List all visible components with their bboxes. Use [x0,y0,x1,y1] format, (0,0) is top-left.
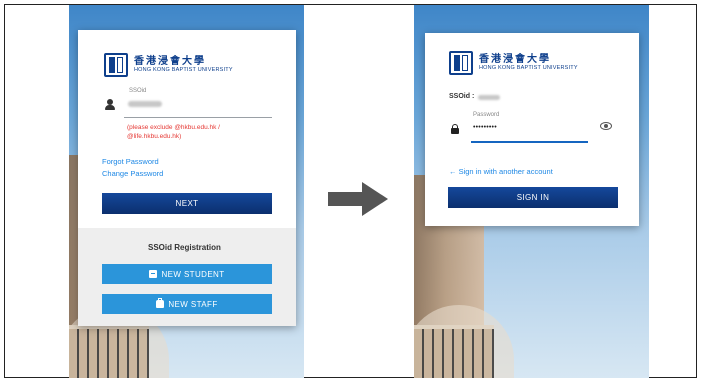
ssoid-input-underline [124,117,272,118]
logo-chinese-name: 香港浸會大學 [479,54,551,66]
colonnade-image [69,325,149,378]
ssoid-hint: (please exclude @hkbu.edu.hk / @life.hkb… [127,124,220,140]
arrow-right-icon [328,182,388,216]
ssoid-input-value[interactable] [128,101,162,107]
logo-chinese-name: 香港浸會大學 [134,56,206,68]
new-student-button[interactable]: NEW STUDENT [102,264,272,284]
university-logo-icon [104,53,128,77]
forgot-password-link[interactable]: Forgot Password [102,157,159,166]
ssoid-label: SSOid [129,88,147,94]
registration-title: SSOid Registration [148,243,221,252]
user-icon [105,99,115,110]
ssoid-display: SSOid : [449,93,474,100]
colonnade-image [414,325,494,378]
next-button[interactable]: NEXT [102,193,272,214]
logo-english-name: HONG KONG BAPTIST UNIVERSITY [479,65,578,72]
new-staff-label: NEW STAFF [168,299,218,309]
sign-in-button-label: SIGN IN [516,193,550,202]
sign-in-button[interactable]: SIGN IN [448,187,618,208]
student-id-icon [149,270,158,278]
ssoid-display-label: SSOid : [449,93,475,100]
password-input[interactable]: ••••••••• [473,124,497,131]
sign-in-other-account-link[interactable]: ← Sign in with another account [449,167,553,176]
logo-english-name: HONG KONG BAPTIST UNIVERSITY [134,67,233,74]
lock-icon [451,124,459,134]
new-student-label: NEW STUDENT [161,269,225,279]
password-label: Password [473,112,500,118]
new-staff-button[interactable]: NEW STAFF [102,294,272,314]
university-logo-icon [449,51,473,75]
change-password-link[interactable]: Change Password [102,169,163,178]
next-button-label: NEXT [175,199,199,208]
password-input-underline [471,141,588,143]
staff-briefcase-icon [156,298,165,308]
eye-icon[interactable] [600,122,612,130]
university-logo: 香港浸會大學 HONG KONG BAPTIST UNIVERSITY [449,51,578,75]
university-logo: 香港浸會大學 HONG KONG BAPTIST UNIVERSITY [104,53,233,77]
ssoid-display-value [478,95,500,100]
